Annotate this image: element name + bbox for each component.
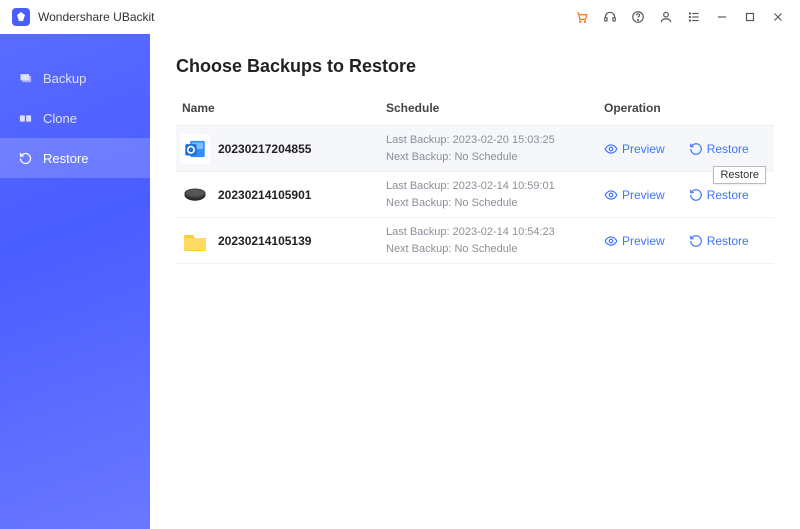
sidebar-item-clone[interactable]: Clone (0, 98, 150, 138)
app-logo-icon (12, 8, 30, 26)
next-backup: Next Backup: No Schedule (386, 241, 604, 258)
table-row[interactable]: 20230217204855 Last Backup: 2023-02-20 1… (176, 126, 774, 172)
sidebar-item-label: Backup (43, 71, 86, 86)
eye-icon (604, 142, 618, 156)
headset-icon[interactable] (596, 3, 624, 31)
restore-button[interactable]: Restore (689, 142, 749, 156)
restore-button[interactable]: Restore (689, 234, 749, 248)
next-backup: Next Backup: No Schedule (386, 149, 604, 166)
backup-name: 20230214105139 (218, 234, 386, 248)
cart-icon[interactable] (568, 3, 596, 31)
clone-icon (18, 111, 33, 126)
restore-button[interactable]: Restore (689, 188, 749, 202)
sidebar-item-label: Restore (43, 151, 89, 166)
minimize-button[interactable] (708, 3, 736, 31)
restore-action-icon (689, 234, 703, 248)
backup-name: 20230214105901 (218, 188, 386, 202)
maximize-button[interactable] (736, 3, 764, 31)
preview-button[interactable]: Preview (604, 188, 665, 202)
backup-schedule: Last Backup: 2023-02-20 15:03:25 Next Ba… (386, 132, 604, 165)
folder-icon (180, 226, 210, 256)
backup-name: 20230217204855 (218, 142, 386, 156)
preview-button[interactable]: Preview (604, 234, 665, 248)
next-backup: Next Backup: No Schedule (386, 195, 604, 212)
close-button[interactable] (764, 3, 792, 31)
column-header-name: Name (176, 101, 386, 115)
restore-icon (18, 151, 33, 166)
eye-icon (604, 188, 618, 202)
sidebar-item-backup[interactable]: Backup (0, 58, 150, 98)
sidebar-item-label: Clone (43, 111, 77, 126)
disk-icon (180, 180, 210, 210)
restore-action-icon (689, 142, 703, 156)
table-row[interactable]: 20230214105901 Last Backup: 2023-02-14 1… (176, 172, 774, 218)
last-backup: Last Backup: 2023-02-14 10:59:01 (386, 178, 604, 195)
app-title: Wondershare UBackit (38, 10, 155, 24)
last-backup: Last Backup: 2023-02-14 10:54:23 (386, 224, 604, 241)
restore-action-icon (689, 188, 703, 202)
backup-schedule: Last Backup: 2023-02-14 10:54:23 Next Ba… (386, 224, 604, 257)
last-backup: Last Backup: 2023-02-20 15:03:25 (386, 132, 604, 149)
eye-icon (604, 234, 618, 248)
page-title: Choose Backups to Restore (176, 56, 774, 77)
preview-button[interactable]: Preview (604, 142, 665, 156)
column-header-schedule: Schedule (386, 101, 604, 115)
sidebar: Backup Clone Restore (0, 34, 150, 529)
table-header: Name Schedule Operation (176, 101, 774, 126)
backup-icon (18, 71, 33, 86)
column-header-operation: Operation (604, 101, 774, 115)
menu-icon[interactable] (680, 3, 708, 31)
titlebar: Wondershare UBackit (0, 0, 800, 34)
outlook-icon (180, 134, 210, 164)
table-row[interactable]: 20230214105139 Last Backup: 2023-02-14 1… (176, 218, 774, 264)
backup-schedule: Last Backup: 2023-02-14 10:59:01 Next Ba… (386, 178, 604, 211)
main-panel: Choose Backups to Restore Name Schedule … (150, 34, 800, 529)
sidebar-item-restore[interactable]: Restore (0, 138, 150, 178)
user-icon[interactable] (652, 3, 680, 31)
help-icon[interactable] (624, 3, 652, 31)
